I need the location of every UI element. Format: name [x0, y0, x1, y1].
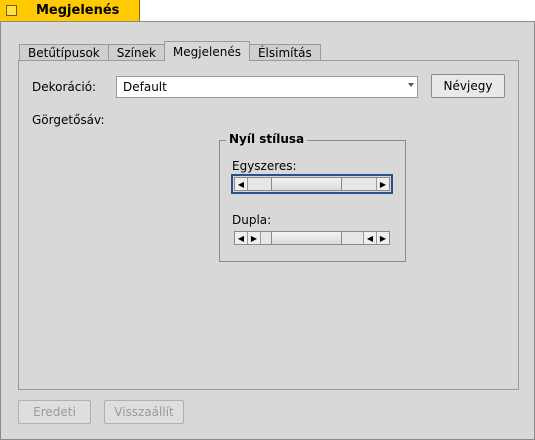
scrollbar-label: Görgetősáv:: [32, 113, 105, 127]
tab-bar: Betűtípusok Színek Megjelenés Élsimítás: [19, 41, 321, 61]
arrow-style-title: Nyíl stílusa: [226, 132, 308, 146]
window-title: Megjelenés: [36, 3, 120, 18]
revert-button[interactable]: Visszaállít: [104, 400, 184, 424]
chevron-down-icon: [408, 83, 414, 87]
tab-antialiasing[interactable]: Élsimítás: [248, 44, 321, 61]
single-arrow-scrollbar-preview[interactable]: ◀ ▶: [231, 174, 393, 194]
decoration-select[interactable]: Default: [116, 76, 418, 98]
tab-colors[interactable]: Színek: [107, 44, 165, 61]
double-arrow-scrollbar-preview[interactable]: ◀ ▶ ◀ ▶: [234, 231, 390, 245]
arrow-right-icon[interactable]: ▶: [248, 232, 261, 244]
scrollbar-thumb[interactable]: [271, 178, 342, 190]
tab-fonts[interactable]: Betűtípusok: [19, 44, 109, 61]
decoration-label: Dekoráció:: [32, 80, 97, 94]
tab-appearance[interactable]: Megjelenés: [163, 41, 250, 61]
window-body: Betűtípusok Színek Megjelenés Élsimítás …: [0, 21, 535, 440]
about-button[interactable]: Névjegy: [431, 74, 505, 98]
arrow-left-icon[interactable]: ◀: [363, 232, 376, 244]
window-tab[interactable]: Megjelenés: [0, 0, 140, 22]
defaults-button[interactable]: Eredeti: [18, 400, 91, 424]
arrow-left-icon[interactable]: ◀: [235, 178, 248, 190]
decoration-select-value: Default: [123, 80, 167, 94]
scrollbar-thumb[interactable]: [271, 232, 342, 244]
close-icon[interactable]: [6, 5, 17, 16]
arrow-style-group: Nyíl stílusa Egyszeres: ◀ ▶ Dupla: ◀ ▶ ◀…: [219, 132, 406, 262]
arrow-right-icon[interactable]: ▶: [376, 232, 389, 244]
tab-panel: Dekoráció: Default Névjegy Görgetősáv: N…: [18, 60, 519, 390]
double-arrow-label: Dupla:: [232, 213, 272, 227]
arrow-right-icon[interactable]: ▶: [376, 178, 389, 190]
single-arrow-label: Egyszeres:: [232, 159, 297, 173]
arrow-left-icon[interactable]: ◀: [235, 232, 248, 244]
